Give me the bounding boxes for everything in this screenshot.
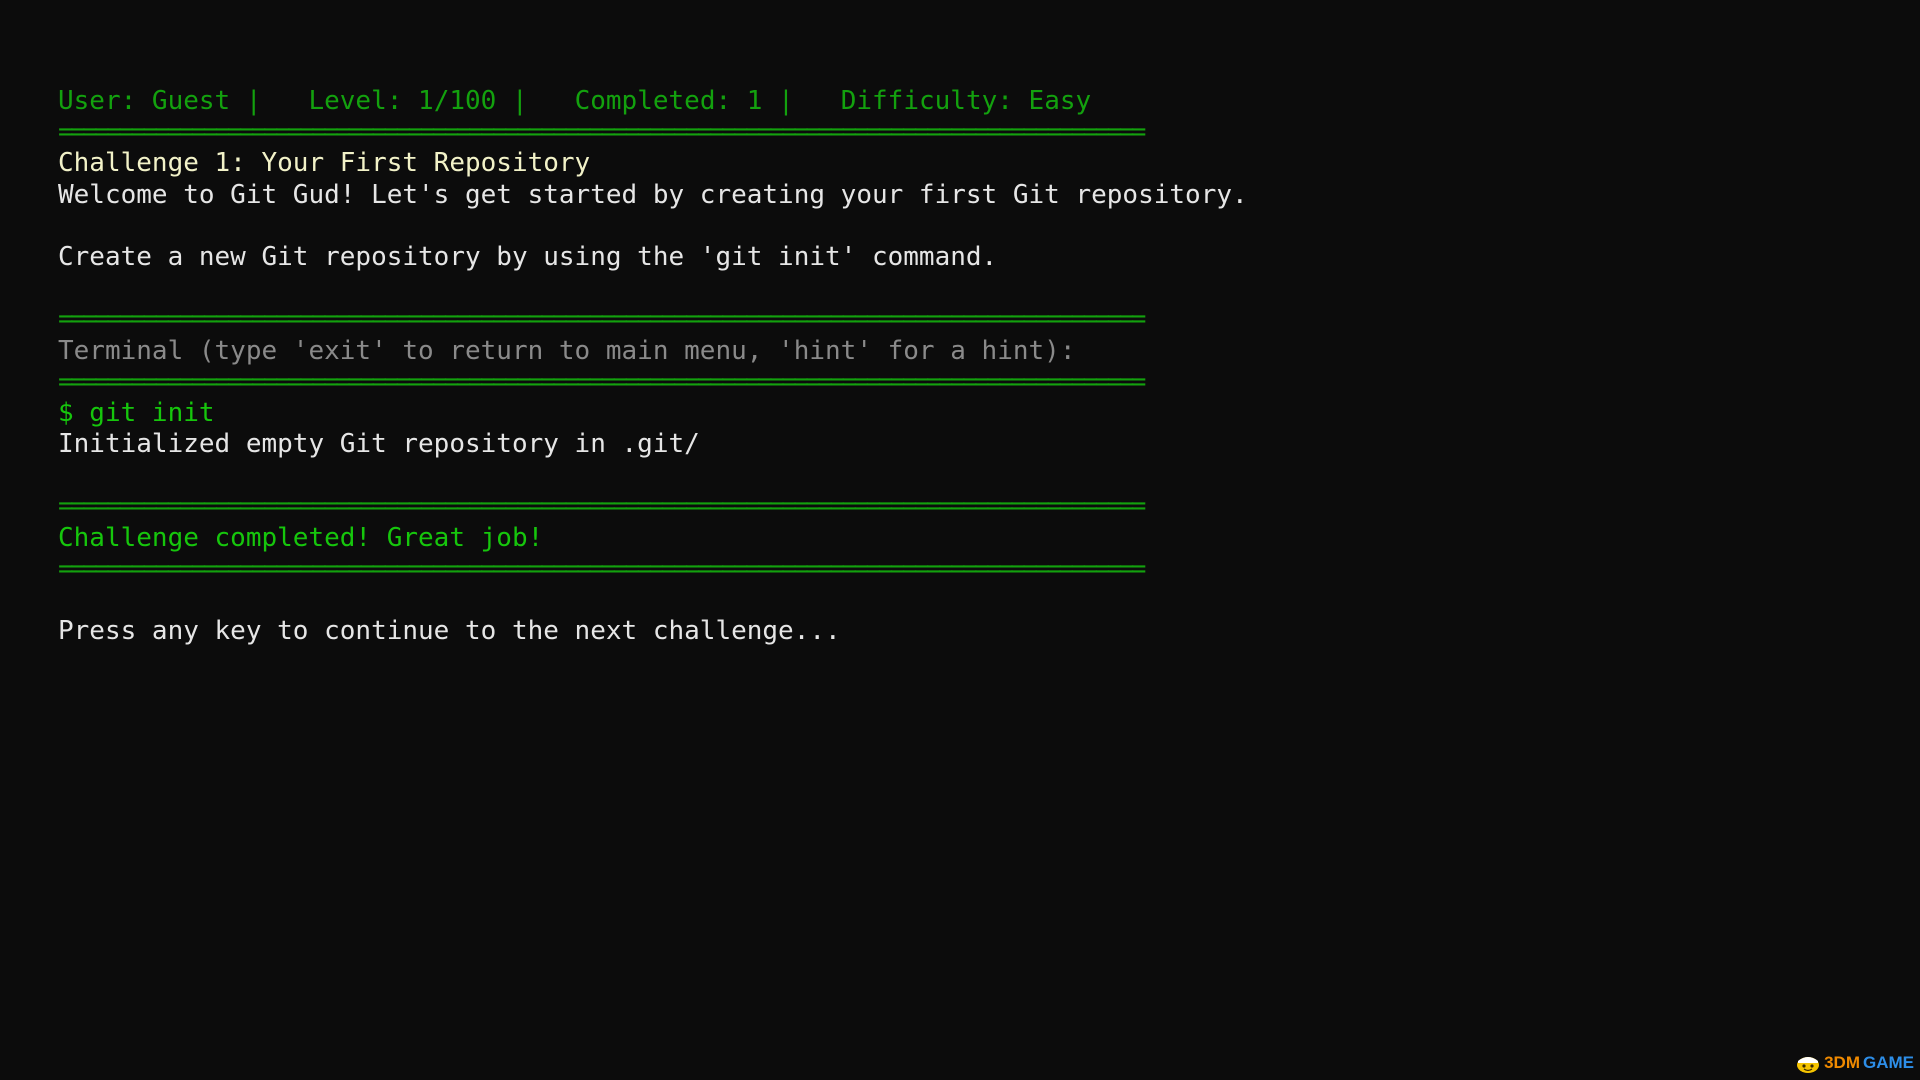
command-output: Initialized empty Git repository in .git…: [58, 429, 700, 460]
watermark: 3DM GAME: [1795, 1050, 1914, 1076]
divider-line: ========================================…: [58, 366, 1146, 397]
status-level: Level: 1/100: [308, 86, 497, 116]
status-difficulty: Difficulty: Easy: [840, 86, 1092, 116]
divider-line: ========================================…: [58, 553, 1146, 584]
status-separator: |: [778, 86, 794, 116]
terminal-window: User: Guest | Level: 1/100 | Completed: …: [58, 86, 1458, 647]
watermark-brand-game: GAME: [1863, 1053, 1914, 1072]
status-completed: Completed: 1: [574, 86, 763, 116]
terminal-header: Terminal (type 'exit' to return to main …: [58, 335, 1076, 366]
success-message: Challenge completed! Great job!: [58, 522, 544, 553]
continue-prompt[interactable]: Press any key to continue to the next ch…: [58, 616, 1458, 647]
divider-line: ========================================…: [58, 117, 1146, 148]
status-separator: |: [511, 86, 528, 116]
challenge-instruction: Create a new Git repository by using the…: [58, 241, 998, 272]
status-separator: |: [245, 86, 262, 116]
watermark-brand-3dm: 3DM: [1824, 1053, 1860, 1072]
divider-line: ========================================…: [58, 491, 1146, 522]
challenge-title: Challenge 1: Your First Repository: [58, 148, 591, 179]
divider-line: ========================================…: [58, 304, 1146, 335]
status-user: User: Guest: [58, 86, 231, 116]
command-line[interactable]: $ git init: [58, 398, 1458, 429]
smiling-mascot-icon: [1797, 1057, 1820, 1073]
challenge-welcome: Welcome to Git Gud! Let's get started by…: [58, 179, 1248, 210]
status-bar: User: Guest | Level: 1/100 | Completed: …: [58, 86, 1458, 117]
